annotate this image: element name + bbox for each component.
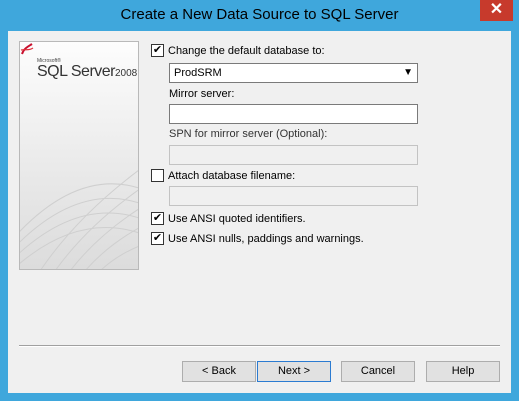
title-bar[interactable]: Create a New Data Source to SQL Server ✕: [0, 0, 519, 31]
close-icon: ✕: [489, 1, 504, 18]
ansi-nulls-checkbox[interactable]: ✔: [151, 232, 164, 245]
mirror-server-input[interactable]: [169, 104, 418, 124]
sql-server-banner: Microsoft® SQL Server2008: [19, 41, 139, 270]
next-button[interactable]: Next >: [257, 361, 331, 382]
check-icon: ✔: [152, 212, 163, 224]
change-db-row: ✔ Change the default database to:: [151, 44, 325, 57]
window-title: Create a New Data Source to SQL Server: [120, 6, 399, 23]
close-button[interactable]: ✕: [480, 0, 513, 21]
database-select[interactable]: ProdSRM ▼: [169, 63, 418, 83]
attach-db-label: Attach database filename:: [168, 169, 296, 182]
ansi-quoted-row: ✔ Use ANSI quoted identifiers.: [151, 212, 306, 225]
spn-label: SPN for mirror server (Optional):: [169, 128, 328, 140]
logo-product-name: SQL Server: [37, 63, 116, 80]
dialog-body: Microsoft® SQL Server2008 ✔ Change the d…: [8, 31, 511, 393]
attach-db-input: [169, 186, 418, 206]
ansi-nulls-row: ✔ Use ANSI nulls, paddings and warnings.: [151, 232, 364, 245]
ansi-quoted-checkbox[interactable]: ✔: [151, 212, 164, 225]
change-db-checkbox[interactable]: ✔: [151, 44, 164, 57]
change-db-label: Change the default database to:: [168, 44, 325, 57]
chevron-down-icon: ▼: [403, 67, 413, 78]
logo-product-version: 2008: [115, 68, 138, 79]
cancel-button[interactable]: Cancel: [341, 361, 415, 382]
ansi-quoted-label: Use ANSI quoted identifiers.: [168, 212, 306, 225]
ansi-nulls-label: Use ANSI nulls, paddings and warnings.: [168, 232, 364, 245]
attach-db-checkbox[interactable]: [151, 169, 164, 182]
attach-db-row: Attach database filename:: [151, 169, 295, 182]
help-button[interactable]: Help: [426, 361, 500, 382]
logo-product-text: SQL Server2008: [37, 63, 137, 81]
database-select-value: ProdSRM: [174, 67, 222, 79]
spn-input: [169, 145, 418, 165]
dialog-window: Create a New Data Source to SQL Server ✕: [0, 0, 519, 401]
check-icon: ✔: [152, 44, 163, 56]
mirror-server-label: Mirror server:: [169, 88, 235, 100]
back-button[interactable]: < Back: [182, 361, 256, 382]
sql-server-logo-icon: [20, 43, 34, 55]
check-icon: ✔: [152, 232, 163, 244]
button-divider: [19, 345, 500, 347]
